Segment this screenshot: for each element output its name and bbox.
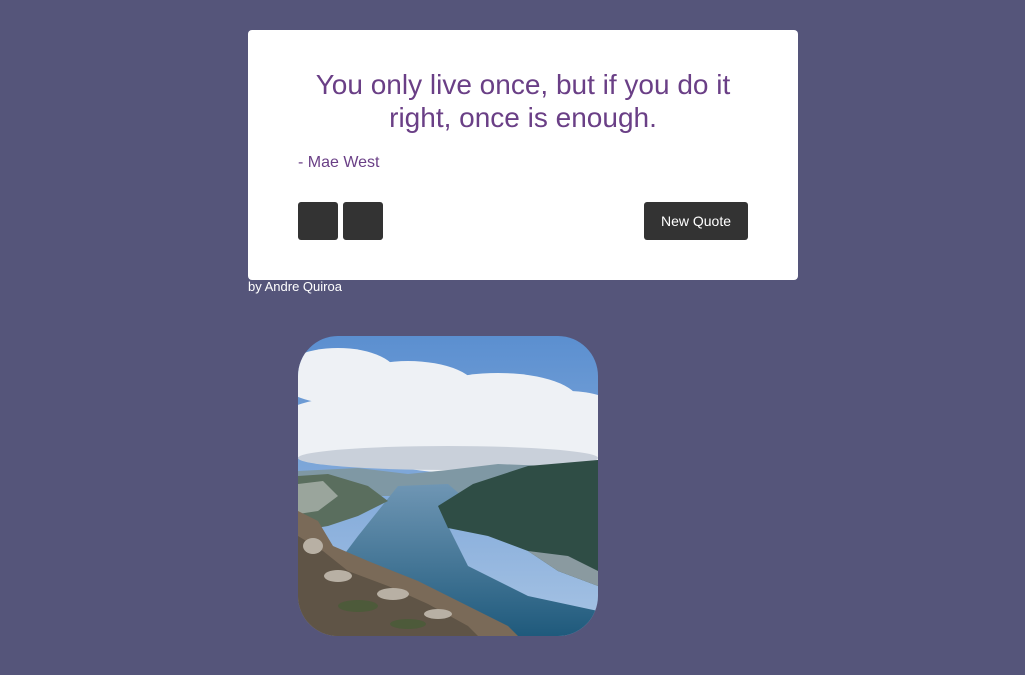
quote-box: You only live once, but if you do it rig… [248,30,798,280]
fjord-image [298,336,598,636]
quote-author: - Mae West [298,154,380,171]
new-quote-button[interactable]: New Quote [644,202,748,240]
share-button-1[interactable] [298,202,338,240]
share-button-2[interactable] [343,202,383,240]
author-credit: by Andre Quiroa [248,279,342,294]
quote-text: You only live once, but if you do it rig… [315,69,731,133]
landscape-photo [298,336,598,636]
